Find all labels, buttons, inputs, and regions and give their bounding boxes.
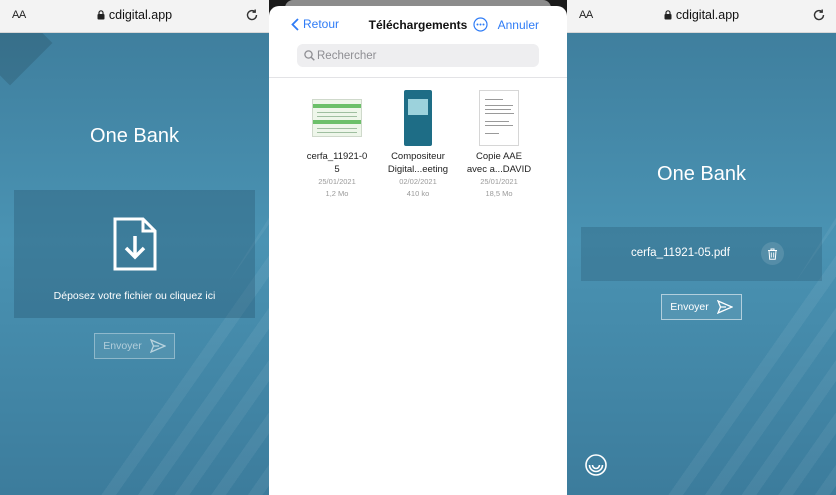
url-field[interactable]: cdigital.app [0, 8, 269, 22]
send-icon [716, 300, 733, 314]
lock-icon [664, 10, 672, 20]
brand-title: One Bank [90, 125, 179, 147]
cancel-button[interactable]: Annuler [498, 18, 539, 32]
url-text: cdigital.app [675, 8, 740, 22]
reload-icon[interactable] [812, 8, 826, 22]
send-icon [149, 339, 166, 353]
delete-file-button[interactable] [761, 242, 784, 265]
app-background: One Bank cerfa_11921-05.pdf Envoyer [567, 33, 836, 495]
send-button-label: Envoyer [103, 340, 142, 352]
file-size: 1,2 Mo [325, 189, 349, 198]
url-field[interactable]: cdigital.app [567, 8, 836, 22]
search-input[interactable] [317, 44, 527, 67]
file-thumbnail [312, 99, 362, 137]
left-screen: AA cdigital.app One Bank Déposez votre f… [0, 0, 269, 495]
file-item-compositeur[interactable]: Compositeur Digital...eeting 02/02/2021 4… [378, 88, 458, 200]
file-thumbnail [479, 90, 519, 146]
url-text: cdigital.app [108, 8, 173, 22]
file-picker-screen: Retour Téléchargements Annuler cerfa_119… [269, 0, 567, 495]
brand-title: One Bank [657, 163, 746, 185]
send-button[interactable]: Envoyer [94, 333, 175, 359]
file-thumbnail [404, 90, 432, 146]
more-icon[interactable] [473, 17, 488, 32]
search-field[interactable] [297, 44, 539, 67]
selected-file-chip: cerfa_11921-05.pdf [581, 227, 822, 281]
download-file-icon [113, 217, 157, 271]
file-name: Copie AAE avec a...DAVID [466, 151, 532, 175]
file-item-copie-aae[interactable]: Copie AAE avec a...DAVID 25/01/2021 18,5 … [459, 88, 539, 200]
file-size: 18,5 Mo [485, 189, 513, 198]
trash-icon [768, 248, 777, 260]
lock-icon [97, 10, 105, 20]
browser-address-bar: AA cdigital.app [567, 0, 836, 33]
app-background: One Bank Déposez votre fichier ou clique… [0, 33, 269, 495]
search-icon [304, 50, 315, 61]
selected-file-name: cerfa_11921-05.pdf [631, 247, 730, 259]
right-screen: AA cdigital.app One Bank cerfa_11921-05.… [567, 0, 836, 495]
file-item-cerfa[interactable]: cerfa_11921-0 5 25/01/2021 1,2 Mo [297, 88, 377, 200]
app-logo-icon [585, 454, 607, 476]
drop-zone-label: Déposez votre fichier ou cliquez ici [53, 290, 216, 302]
file-size: 410 ko [406, 189, 430, 198]
file-drop-zone[interactable]: Déposez votre fichier ou cliquez ici [14, 190, 255, 318]
browser-address-bar: AA cdigital.app [0, 0, 269, 33]
file-date: 25/01/2021 [318, 177, 356, 186]
send-button[interactable]: Envoyer [661, 294, 742, 320]
send-button-label: Envoyer [670, 301, 709, 313]
file-name: cerfa_11921-0 5 [306, 151, 368, 175]
file-date: 25/01/2021 [480, 177, 518, 186]
file-name: Compositeur Digital...eeting [387, 151, 449, 175]
file-picker-sheet: Retour Téléchargements Annuler cerfa_119… [269, 6, 567, 495]
file-date: 02/02/2021 [399, 177, 437, 186]
reload-icon[interactable] [245, 8, 259, 22]
